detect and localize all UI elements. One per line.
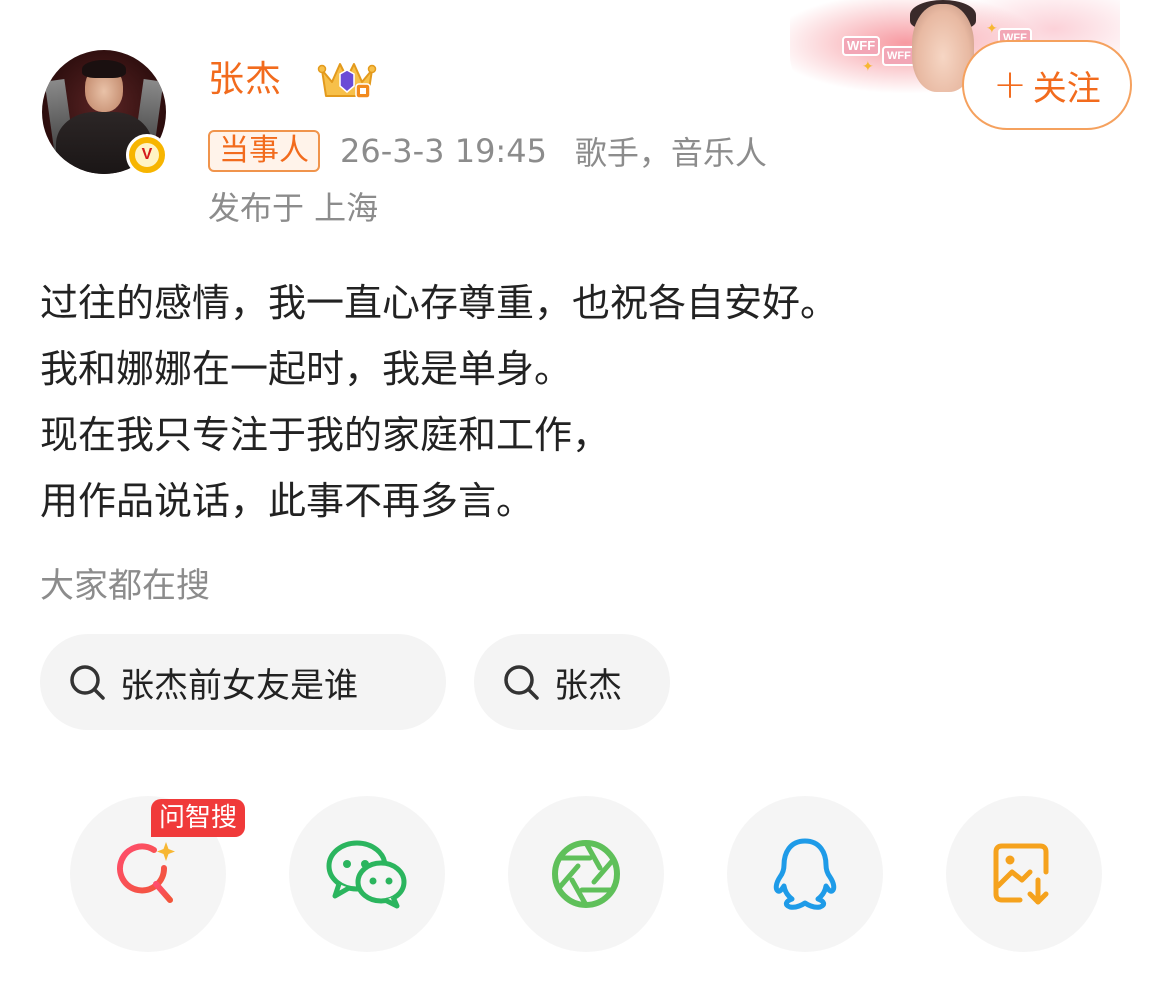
post-location: 发布于 上海 xyxy=(208,189,379,227)
post-line: 我和娜娜在一起时，我是单身。 xyxy=(40,347,573,391)
sparkle-icon: ✦ xyxy=(862,59,874,75)
post-line: 过往的感情，我一直心存尊重，也祝各自安好。 xyxy=(40,281,839,325)
user-bio: 歌手，音乐人 xyxy=(574,134,767,172)
sparkle-icon: ✦ xyxy=(986,21,998,37)
zhisou-search-icon xyxy=(117,842,175,903)
crown-icon xyxy=(317,63,377,99)
verified-mark: V xyxy=(133,141,161,169)
share-qq-button[interactable] xyxy=(727,796,883,952)
banner-tag: WFF xyxy=(882,46,916,66)
user-name[interactable]: 张杰 xyxy=(208,56,282,104)
search-icon xyxy=(504,665,539,700)
party-badge: 当事人 xyxy=(208,130,320,172)
post-meta: 当事人 26-3-3 19:45 歌手，音乐人 xyxy=(208,128,767,174)
avatar-detail xyxy=(82,60,126,78)
banner-tag: WFF xyxy=(842,36,881,56)
moments-icon xyxy=(552,840,620,908)
post-line: 现在我只专注于我的家庭和工作， xyxy=(40,413,611,457)
share-wechat-button[interactable] xyxy=(289,796,445,952)
save-image-icon xyxy=(993,843,1049,905)
follow-label: 关注 xyxy=(1032,68,1101,109)
post-time: 26-3-3 19:45 xyxy=(340,132,547,170)
verified-badge-icon: V xyxy=(126,134,168,176)
follow-button[interactable]: + 关注 xyxy=(962,40,1132,130)
share-moments-button[interactable] xyxy=(508,796,664,952)
save-image-button[interactable] xyxy=(946,796,1102,952)
search-chip-label: 张杰前女友是谁 xyxy=(120,665,358,706)
search-chip-label: 张杰 xyxy=(554,665,622,706)
search-chip[interactable]: 张杰前女友是谁 xyxy=(40,634,446,730)
trending-search-title: 大家都在搜 xyxy=(40,566,210,606)
zhisou-badge: 问智搜 xyxy=(151,799,246,837)
plus-icon: + xyxy=(993,62,1027,108)
post-line: 用作品说话，此事不再多言。 xyxy=(40,479,535,523)
search-chip[interactable]: 张杰 xyxy=(474,634,670,730)
search-icon xyxy=(70,665,105,700)
post-text: 过往的感情，我一直心存尊重，也祝各自安好。 我和娜娜在一起时，我是单身。 现在我… xyxy=(40,270,1140,534)
qq-icon xyxy=(773,838,837,910)
wechat-icon xyxy=(326,840,407,909)
